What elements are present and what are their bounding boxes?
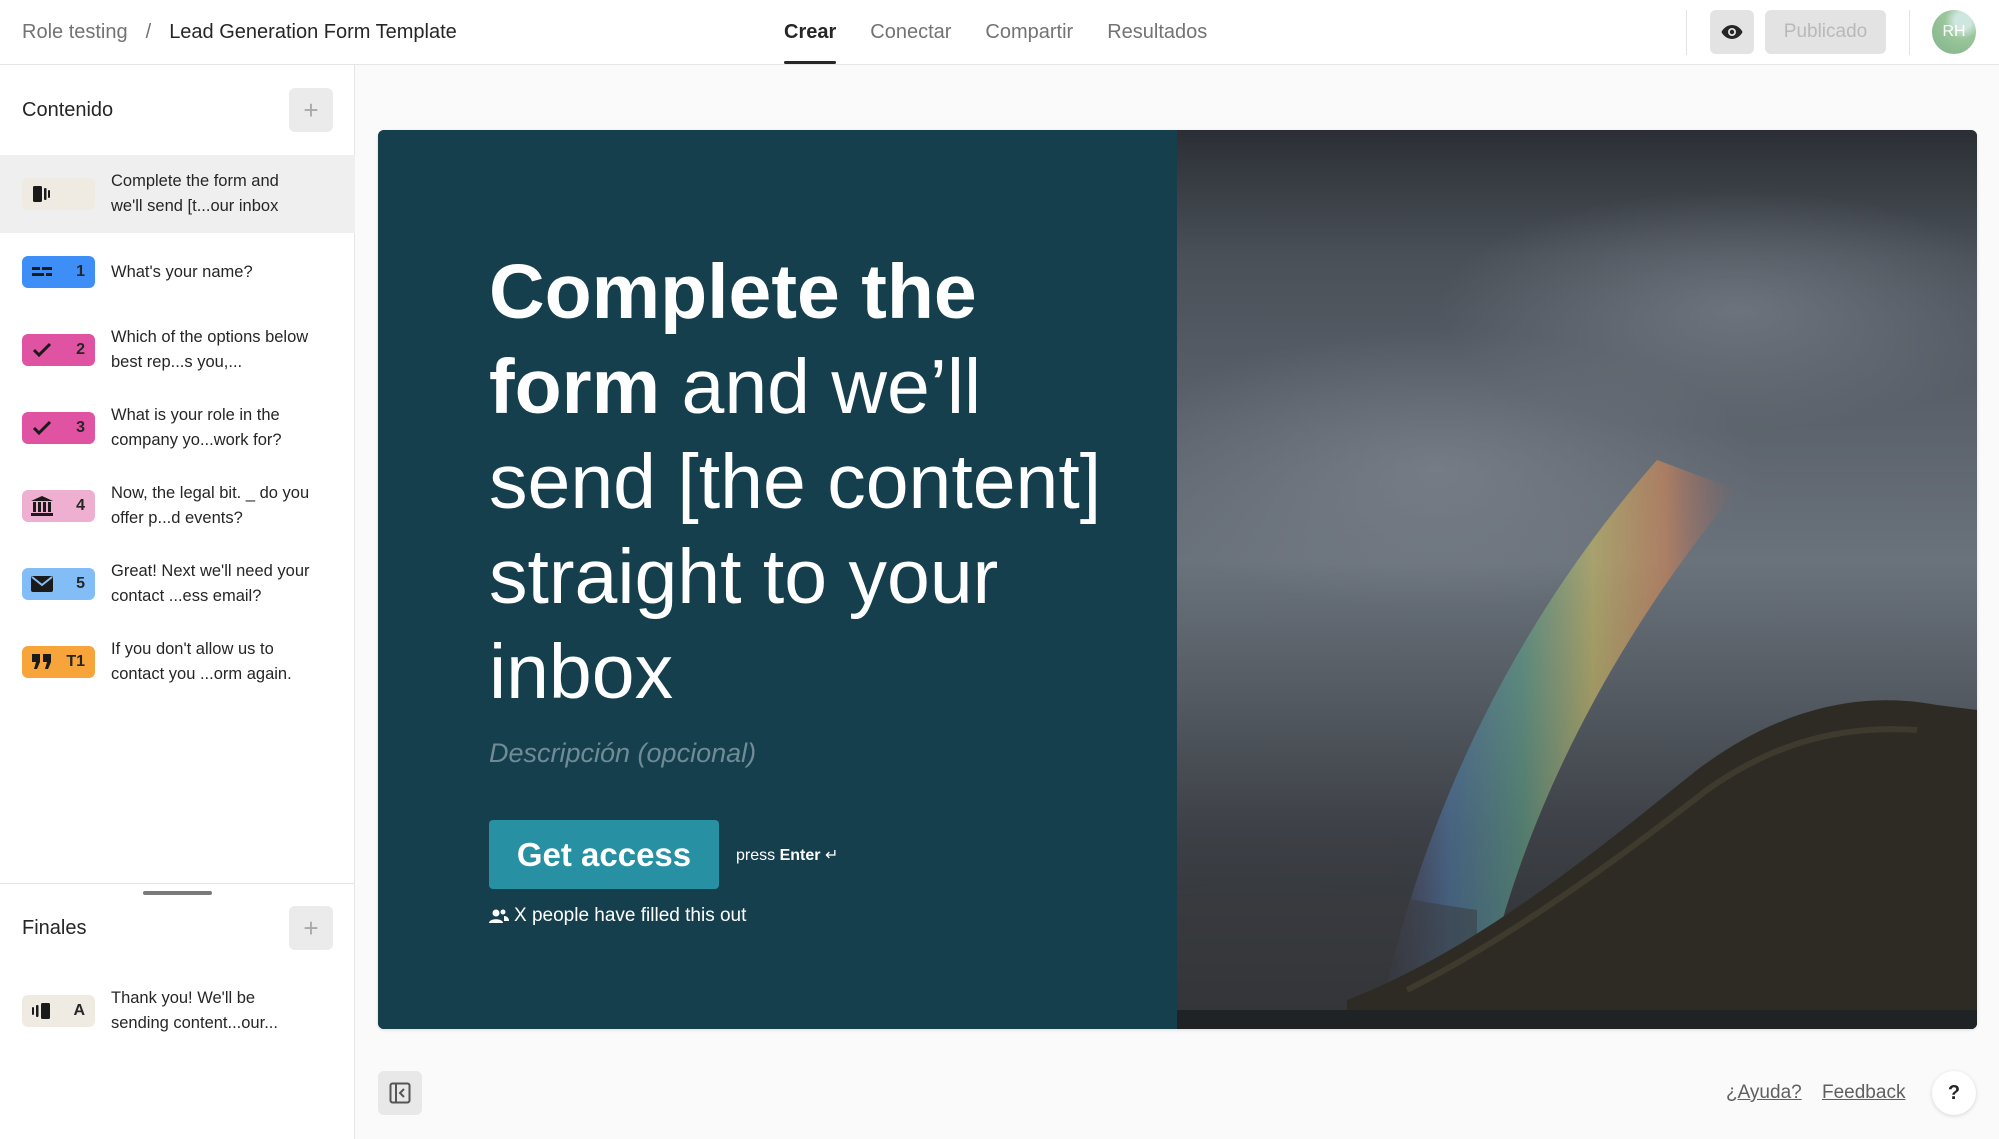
- list-item-text: Thank you! We'll be sending content...ou…: [111, 989, 278, 1032]
- hint-key: Enter: [779, 847, 821, 864]
- tab-conectar[interactable]: Conectar: [870, 0, 951, 64]
- list-item-question-1[interactable]: 1 What's your name?: [0, 233, 355, 311]
- question-badge: 3: [22, 412, 95, 444]
- people-icon: [489, 909, 509, 923]
- tab-compartir[interactable]: Compartir: [985, 0, 1073, 64]
- question-list: Complete the form and we'll send [t...ou…: [0, 155, 355, 701]
- list-item-text: What's your name?: [111, 262, 253, 281]
- get-access-button[interactable]: Get access: [489, 820, 719, 889]
- resize-handle[interactable]: [143, 891, 212, 895]
- tab-crear[interactable]: Crear: [784, 0, 837, 64]
- top-bar: Role testing / Lead Generation Form Temp…: [0, 0, 1999, 65]
- question-number: T1: [66, 653, 85, 670]
- help-button[interactable]: ?: [1932, 1071, 1976, 1115]
- endings-section-header: Finales +: [0, 906, 355, 950]
- checkmark-icon: [31, 418, 53, 438]
- question-badge: 1: [22, 256, 95, 288]
- collapse-sidebar-button[interactable]: [378, 1071, 422, 1115]
- feedback-link[interactable]: Feedback: [1822, 1082, 1905, 1104]
- welcome-heading[interactable]: Complete the form and we’ll send [the co…: [489, 245, 1109, 720]
- list-item-ending-a[interactable]: A Thank you! We'll be sending content...…: [0, 972, 355, 1050]
- social-proof-text: X people have filled this out: [514, 905, 747, 926]
- rainbow-landscape-image: [1177, 130, 1977, 1029]
- question-number: 3: [76, 419, 85, 436]
- toolbar-divider: [1909, 10, 1910, 55]
- question-badge: 4: [22, 490, 95, 522]
- question-badge: [22, 178, 95, 210]
- envelope-icon: [31, 574, 53, 594]
- list-item-welcome[interactable]: Complete the form and we'll send [t...ou…: [0, 155, 355, 233]
- list-item-question-3[interactable]: 3 What is your role in the company yo...…: [0, 389, 355, 467]
- help-link[interactable]: ¿Ayuda?: [1726, 1082, 1802, 1104]
- breadcrumb-form-name[interactable]: Lead Generation Form Template: [169, 21, 457, 44]
- add-ending-button[interactable]: +: [289, 906, 333, 950]
- content-section-title: Contenido: [22, 99, 114, 121]
- sidebar-collapse-icon: [389, 1082, 411, 1104]
- add-question-button[interactable]: +: [289, 88, 333, 132]
- quote-icon: [31, 652, 53, 672]
- tab-resultados[interactable]: Resultados: [1107, 0, 1207, 64]
- question-number: 5: [76, 575, 85, 592]
- welcome-screen-icon: [31, 184, 53, 204]
- breadcrumb-workspace[interactable]: Role testing: [22, 21, 128, 44]
- breadcrumb: Role testing / Lead Generation Form Temp…: [22, 0, 457, 64]
- endings-section-title: Finales: [22, 917, 87, 939]
- question-badge: A: [22, 995, 95, 1027]
- description-field[interactable]: Descripción (opcional): [489, 738, 756, 769]
- ending-letter: A: [73, 1002, 85, 1019]
- preview-button[interactable]: [1710, 10, 1754, 54]
- list-item-text: Which of the options below best rep...s …: [111, 328, 309, 371]
- question-number: 4: [76, 497, 85, 514]
- question-number: 2: [76, 341, 85, 358]
- breadcrumb-separator: /: [145, 20, 152, 43]
- section-divider: [0, 883, 355, 884]
- content-section-header: Contenido +: [0, 88, 355, 132]
- publish-button[interactable]: Publicado: [1765, 10, 1886, 54]
- question-badge: T1: [22, 646, 95, 678]
- enter-key-icon: ↵: [824, 847, 839, 864]
- legal-icon: [31, 496, 53, 516]
- toolbar-divider: [1686, 10, 1687, 55]
- avatar[interactable]: RH: [1932, 10, 1976, 54]
- list-item-text: If you don't allow us to contact you ...…: [111, 640, 292, 683]
- endings-list: A Thank you! We'll be sending content...…: [0, 972, 355, 1050]
- short-text-icon: [31, 262, 53, 282]
- list-item-statement-t1[interactable]: T1 If you don't allow us to contact you …: [0, 623, 355, 701]
- content-sidebar: Contenido + Complete the form and we'll …: [0, 65, 355, 1139]
- question-badge: 2: [22, 334, 95, 366]
- question-badge: 5: [22, 568, 95, 600]
- ending-screen-icon: [31, 1001, 53, 1021]
- form-preview-canvas: Complete the form and we’ll send [the co…: [378, 130, 1977, 1029]
- main-nav: Crear Conectar Compartir Resultados: [784, 0, 1241, 64]
- question-number: 1: [76, 263, 85, 280]
- rainbow-mountain-illustration: [1177, 190, 1977, 1029]
- list-item-text: Great! Next we'll need your contact ...e…: [111, 562, 310, 605]
- checkmark-icon: [31, 340, 53, 360]
- keyboard-hint: press Enter ↵: [736, 845, 838, 865]
- list-item-question-5[interactable]: 5 Great! Next we'll need your contact ..…: [0, 545, 355, 623]
- social-proof: X people have filled this out: [489, 905, 746, 927]
- list-item-text: Complete the form and we'll send [t...ou…: [111, 172, 279, 215]
- list-item-question-4[interactable]: 4 Now, the legal bit. _ do you offer p..…: [0, 467, 355, 545]
- list-item-question-2[interactable]: 2 Which of the options below best rep...…: [0, 311, 355, 389]
- hint-prefix: press: [736, 847, 776, 864]
- list-item-text: What is your role in the company yo...wo…: [111, 406, 282, 449]
- list-item-text: Now, the legal bit. _ do you offer p...d…: [111, 484, 310, 527]
- welcome-screen-panel[interactable]: Complete the form and we’ll send [the co…: [378, 130, 1177, 1029]
- eye-icon: [1721, 25, 1743, 39]
